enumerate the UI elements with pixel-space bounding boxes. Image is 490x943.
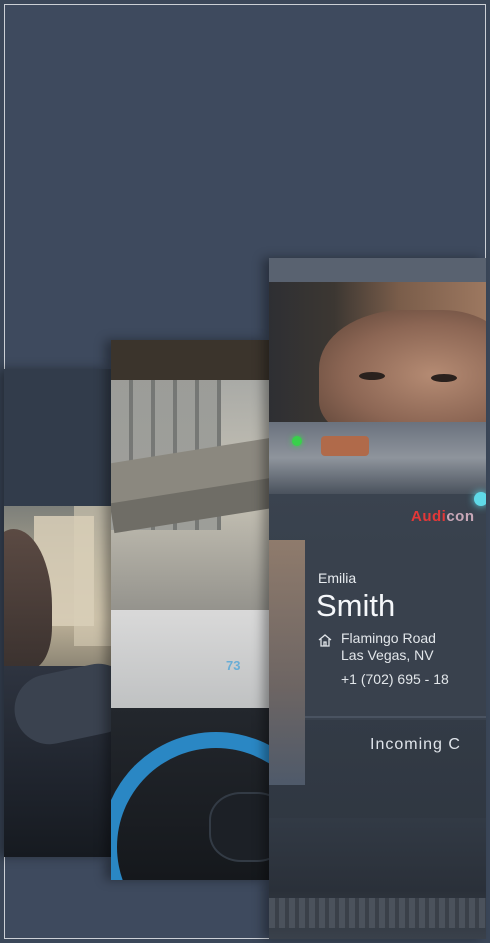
photo-strip-road: 73 [111, 340, 269, 880]
caller-address-line1: Flamingo Road [341, 630, 436, 646]
rearview-mirror [269, 282, 486, 440]
building [74, 506, 111, 646]
indicator-light-icon [474, 492, 486, 506]
driver-face-reflection [319, 310, 486, 440]
caller-first-name: Emilia [318, 570, 357, 586]
roof-liner [269, 258, 486, 282]
incoming-call-label[interactable]: Incoming C [370, 736, 461, 754]
photo-strip-infotainment: Audicon Emilia Smith Flamingo Road Las V… [269, 258, 486, 939]
overhead-console [269, 422, 486, 494]
eye [431, 374, 457, 382]
caller-last-name: Smith [316, 588, 396, 623]
caller-phone: +1 (702) 695 - 18 [341, 671, 449, 687]
brand-prefix: Audi [411, 508, 447, 525]
steering-hub [209, 792, 269, 862]
air-vent [269, 898, 486, 928]
eye [359, 372, 385, 380]
road-surface [111, 610, 269, 710]
card-divider [305, 716, 486, 718]
photo-strip-driver [4, 369, 111, 857]
caller-avatar [269, 540, 305, 785]
strip-header-shade [4, 369, 111, 506]
home-icon [318, 634, 332, 647]
brand-suffix: con [446, 508, 475, 525]
hud-speed-readout: 73 [226, 658, 241, 673]
status-led-icon [292, 436, 302, 446]
windshield-top [111, 340, 269, 380]
caller-address-line2: Las Vegas, NV [341, 647, 434, 663]
brand-logo: Audicon [411, 508, 475, 525]
sos-button[interactable] [321, 436, 369, 456]
